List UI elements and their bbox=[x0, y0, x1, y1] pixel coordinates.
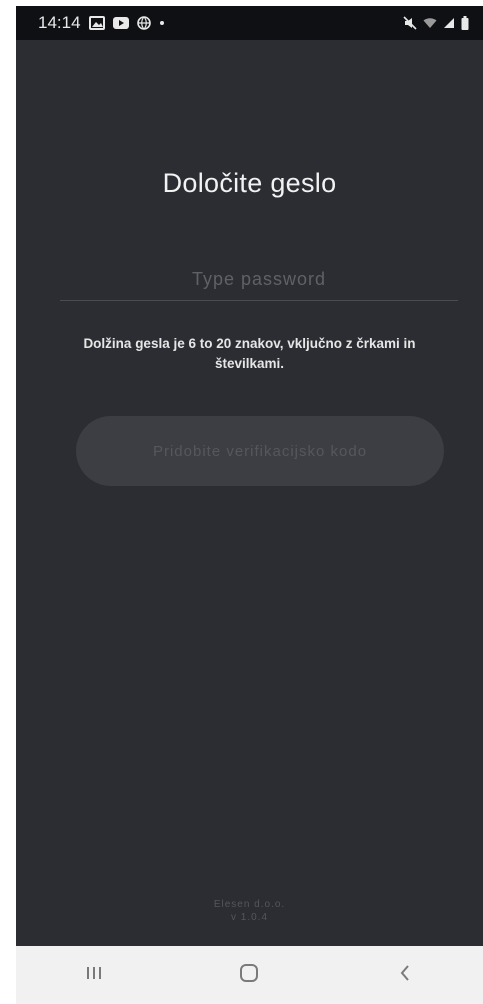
status-right bbox=[403, 16, 469, 30]
navigation-bar bbox=[16, 946, 483, 1004]
page-title: Določite geslo bbox=[162, 168, 337, 198]
gallery-icon bbox=[88, 16, 105, 30]
battery-icon bbox=[461, 16, 469, 30]
password-hint: Dolžina gesla je 6 to 20 znakov, vključn… bbox=[16, 334, 483, 374]
footer: Elesen d.o.o. v 1.0.4 bbox=[16, 898, 483, 924]
wifi-icon bbox=[423, 17, 437, 29]
dot-icon bbox=[159, 20, 165, 26]
footer-version: v 1.0.4 bbox=[230, 912, 269, 923]
back-icon bbox=[397, 963, 413, 988]
get-verification-code-button[interactable]: Pridobite verifikacijsko kodo bbox=[76, 416, 444, 486]
footer-company: Elesen d.o.o. bbox=[213, 899, 286, 910]
home-button[interactable] bbox=[209, 951, 289, 999]
status-bar: 14:14 bbox=[16, 6, 483, 40]
password-input[interactable] bbox=[60, 258, 458, 301]
signal-icon bbox=[443, 17, 455, 29]
status-left: 14:14 bbox=[38, 13, 165, 33]
mute-icon bbox=[403, 16, 417, 30]
back-button[interactable] bbox=[365, 951, 445, 999]
home-icon bbox=[238, 962, 260, 989]
youtube-icon bbox=[112, 17, 129, 29]
app-screen: 14:14 Določite geslo Dolžina gesla je 6 … bbox=[16, 6, 483, 1004]
recent-apps-icon bbox=[84, 964, 104, 987]
status-time: 14:14 bbox=[38, 13, 81, 32]
password-hint-line1: Dolžina gesla je 6 to 20 znakov, vključn… bbox=[83, 336, 416, 351]
globe-icon bbox=[136, 16, 151, 30]
recent-apps-button[interactable] bbox=[54, 951, 134, 999]
password-hint-line2: številkami. bbox=[214, 356, 285, 371]
